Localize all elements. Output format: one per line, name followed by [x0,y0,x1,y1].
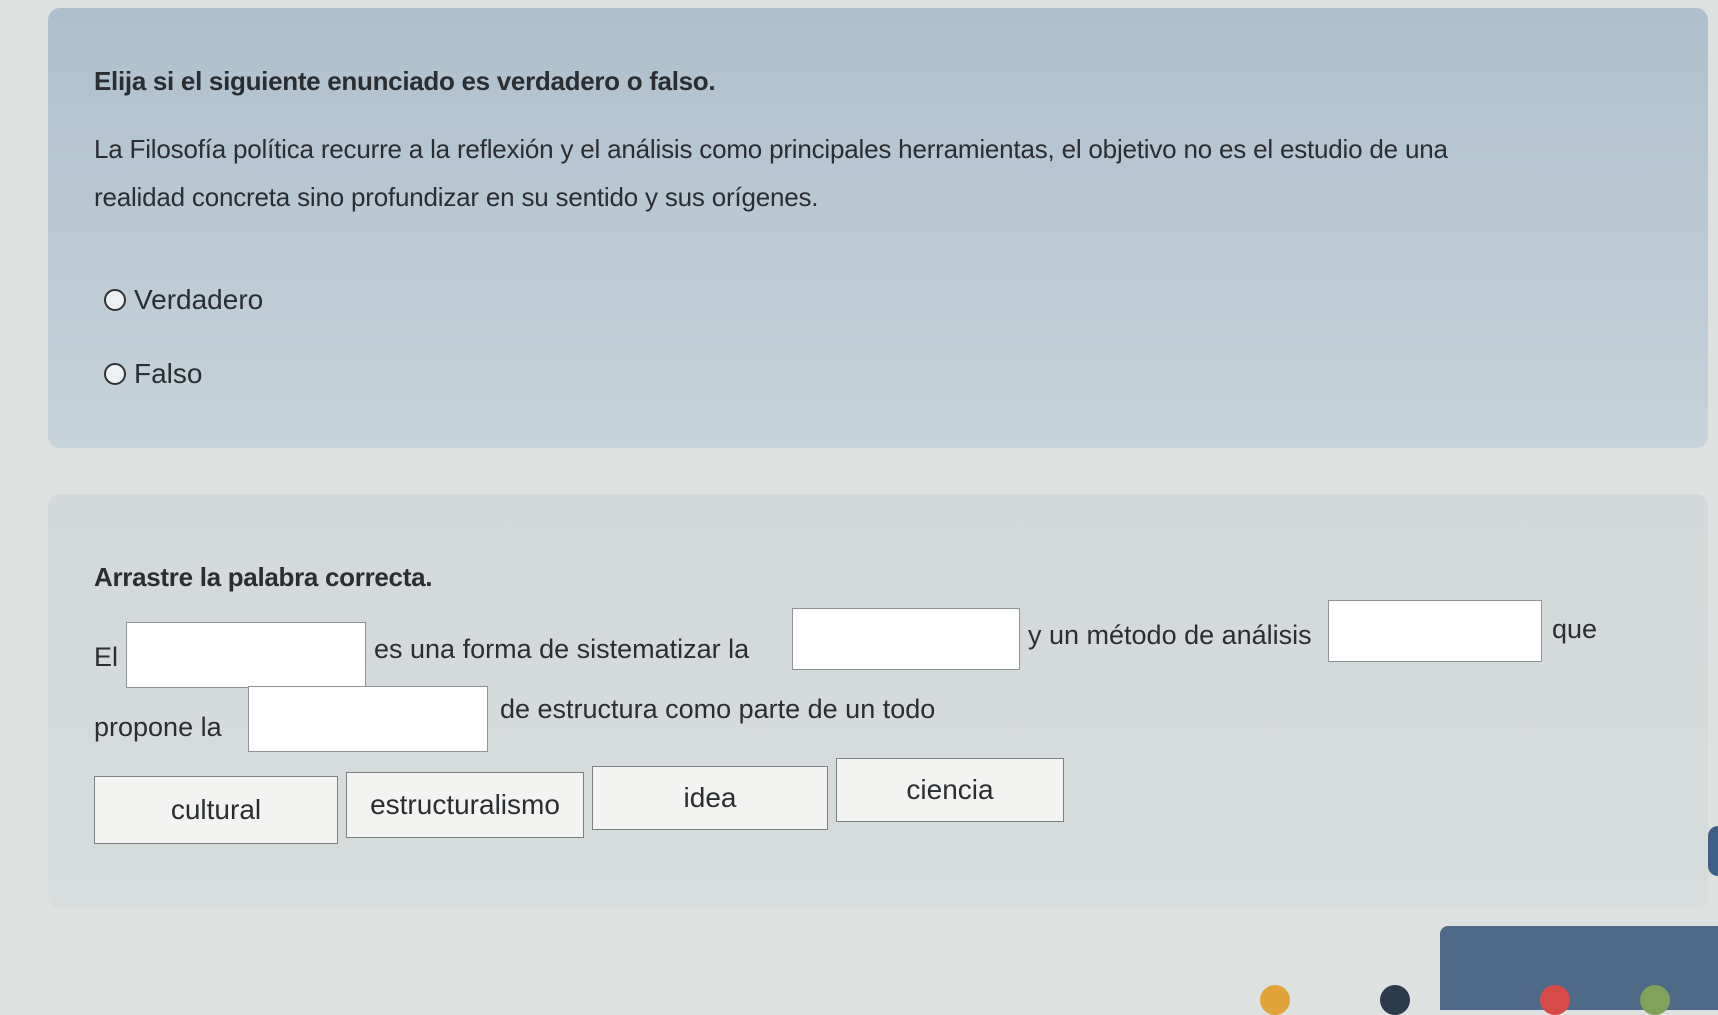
drop-zone-2[interactable] [792,608,1020,670]
word-chip-cultural[interactable]: cultural [94,776,338,844]
sentence-fragment-4: de estructura como parte de un todo [500,694,936,724]
drag-word-question-card: Arrastre la palabra correcta. El es una … [48,494,1708,908]
radio-button-verdadero[interactable] [104,289,126,311]
radio-button-falso[interactable] [104,363,126,385]
app-icon-orange[interactable] [1260,985,1290,1015]
question-title: Elija si el siguiente enunciado es verda… [94,66,716,96]
word-chip-idea[interactable]: idea [592,766,828,830]
side-scroll-handle[interactable] [1708,826,1718,876]
drop-zone-3[interactable] [1328,600,1542,662]
app-icon-green[interactable] [1640,985,1670,1015]
option-verdadero-label: Verdadero [134,284,264,315]
sentence-fragment-2: y un método de análisis [1028,620,1312,650]
option-falso[interactable]: Falso [104,358,202,390]
word-chip-ciencia[interactable]: ciencia [836,758,1064,822]
sentence-fragment-3: que [1552,614,1598,644]
option-falso-label: Falso [134,358,203,389]
question-statement-line-1: La Filosofía política recurre a la refle… [94,134,1448,164]
drop-zone-4[interactable] [248,686,488,752]
question-title: Arrastre la palabra correcta. [94,562,433,592]
mail-icon[interactable] [1540,985,1570,1015]
sentence-fragment-propone: propone la [94,712,222,742]
question-statement-line-2: realidad concreta sino profundizar en su… [94,182,819,212]
taskbar-strip [1260,985,1718,1015]
word-chip-estructuralismo[interactable]: estructuralismo [346,772,584,838]
option-verdadero[interactable]: Verdadero [104,284,263,316]
sentence-fragment-1: es una forma de sistematizar la [374,634,750,664]
sentence-fragment-el: El [94,642,119,672]
drop-zone-1[interactable] [126,622,366,688]
app-icon-dark[interactable] [1380,985,1410,1015]
true-false-question-card: Elija si el siguiente enunciado es verda… [48,8,1708,448]
